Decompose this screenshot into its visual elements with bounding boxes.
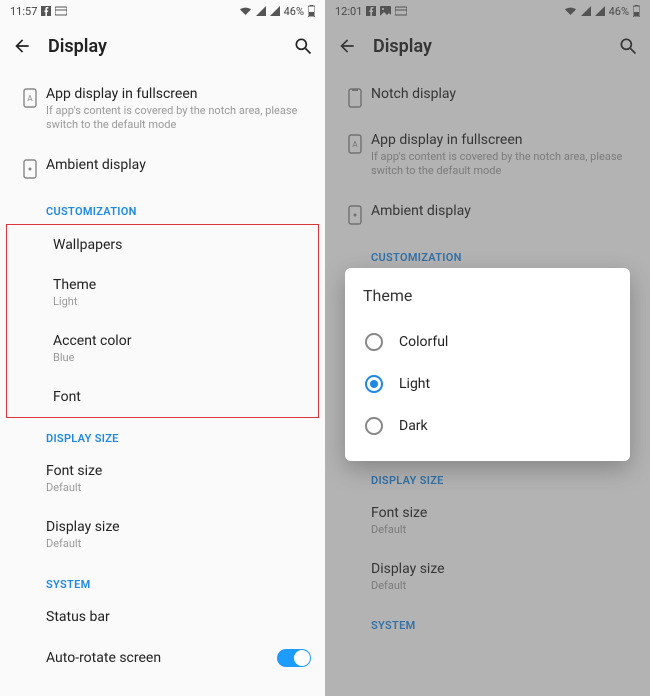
item-auto-rotate[interactable]: Auto-rotate screen bbox=[0, 637, 325, 679]
signal-icon-2 bbox=[270, 6, 280, 16]
card-icon bbox=[55, 6, 67, 16]
item-title: Ambient display bbox=[46, 157, 311, 173]
radio-icon bbox=[365, 417, 383, 435]
status-battery: 46% bbox=[284, 5, 304, 18]
phone-left: 11:57 46% Display A App display in fulls… bbox=[0, 0, 325, 696]
option-label: Light bbox=[399, 376, 430, 392]
item-title: Theme bbox=[53, 277, 304, 293]
category-display-size: DISPLAY SIZE bbox=[0, 418, 325, 451]
item-subtitle: Default bbox=[46, 537, 311, 551]
item-font-size[interactable]: Font size Default bbox=[0, 451, 325, 507]
settings-list: A App display in fullscreen If app's con… bbox=[0, 74, 325, 696]
item-ambient-display[interactable]: Ambient display bbox=[0, 145, 325, 191]
battery-icon bbox=[308, 5, 315, 17]
option-label: Colorful bbox=[399, 334, 448, 350]
item-title: Font size bbox=[46, 463, 311, 479]
auto-rotate-toggle[interactable] bbox=[277, 649, 311, 667]
item-title: Font bbox=[53, 389, 304, 405]
theme-dialog: Theme Colorful Light Dark bbox=[345, 268, 630, 461]
theme-option-light[interactable]: Light bbox=[363, 363, 612, 405]
svg-text:A: A bbox=[27, 94, 33, 103]
item-wallpapers[interactable]: Wallpapers bbox=[7, 225, 318, 265]
item-theme[interactable]: Theme Light bbox=[7, 265, 318, 321]
fullscreen-icon: A bbox=[23, 88, 37, 108]
back-button[interactable] bbox=[10, 34, 34, 58]
radio-icon bbox=[365, 333, 383, 351]
item-title: Status bar bbox=[46, 609, 311, 625]
item-title: Auto-rotate screen bbox=[46, 650, 277, 666]
dialog-title: Theme bbox=[363, 286, 612, 305]
category-system: SYSTEM bbox=[0, 564, 325, 597]
status-time: 11:57 bbox=[10, 5, 37, 18]
item-title: Display size bbox=[46, 519, 311, 535]
item-subtitle: Blue bbox=[53, 351, 304, 365]
item-app-fullscreen[interactable]: A App display in fullscreen If app's con… bbox=[0, 74, 325, 145]
item-title: Wallpapers bbox=[53, 237, 304, 253]
search-button[interactable] bbox=[291, 34, 315, 58]
item-font[interactable]: Font bbox=[7, 377, 318, 417]
signal-icon bbox=[256, 6, 266, 16]
facebook-icon bbox=[41, 6, 51, 16]
item-title: Accent color bbox=[53, 333, 304, 349]
theme-option-dark[interactable]: Dark bbox=[363, 405, 612, 447]
phone-right: 12:01 46% Display Notch display A bbox=[325, 0, 650, 696]
item-subtitle: If app's content is covered by the notch… bbox=[46, 104, 311, 133]
statusbar: 11:57 46% bbox=[0, 0, 325, 22]
page-title: Display bbox=[48, 36, 291, 57]
option-label: Dark bbox=[399, 418, 428, 434]
radio-icon bbox=[365, 375, 383, 393]
item-status-bar[interactable]: Status bar bbox=[0, 597, 325, 637]
item-title: App display in fullscreen bbox=[46, 86, 311, 102]
ambient-icon bbox=[23, 159, 37, 179]
highlight-box: Wallpapers Theme Light Accent color Blue… bbox=[6, 224, 319, 419]
wifi-icon bbox=[239, 6, 252, 16]
item-accent-color[interactable]: Accent color Blue bbox=[7, 321, 318, 377]
item-display-size[interactable]: Display size Default bbox=[0, 507, 325, 563]
category-customization: CUSTOMIZATION bbox=[0, 191, 325, 224]
theme-option-colorful[interactable]: Colorful bbox=[363, 321, 612, 363]
item-subtitle: Default bbox=[46, 481, 311, 495]
item-subtitle: Light bbox=[53, 295, 304, 309]
app-header: Display bbox=[0, 22, 325, 74]
